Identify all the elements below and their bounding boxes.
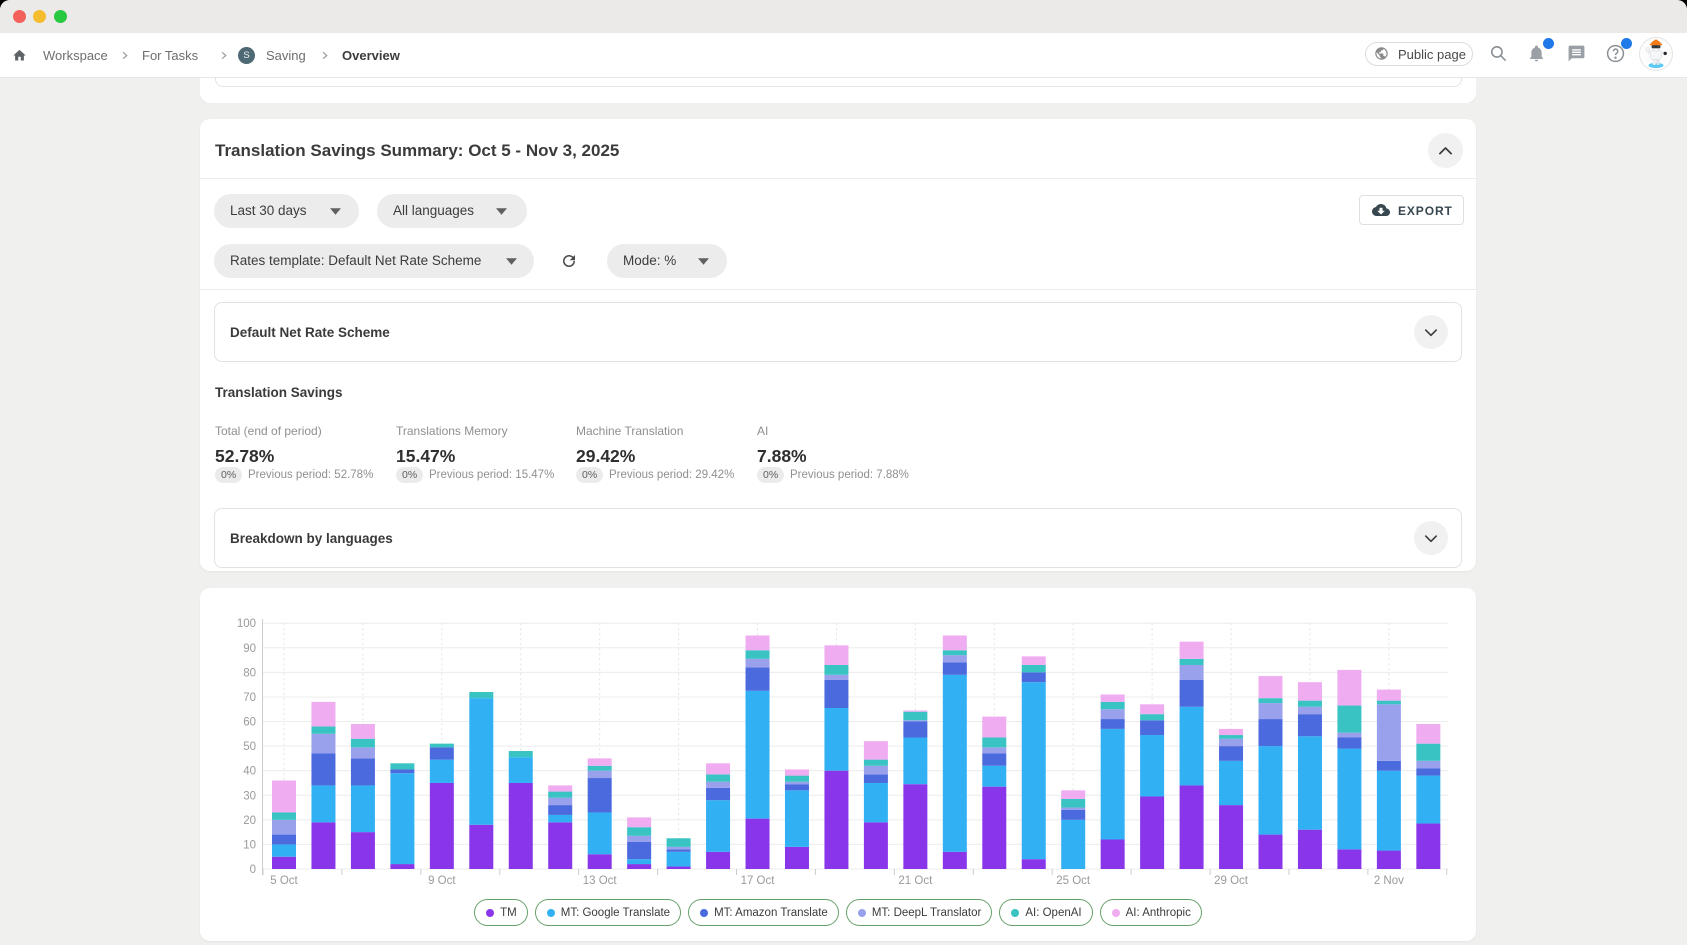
svg-text:0: 0 — [250, 864, 256, 876]
svg-text:21 Oct: 21 Oct — [898, 875, 933, 887]
svg-text:9 Oct: 9 Oct — [428, 875, 456, 887]
svg-text:90: 90 — [243, 643, 256, 655]
svg-text:60: 60 — [243, 717, 256, 729]
svg-text:30: 30 — [243, 790, 256, 802]
svg-text:17 Oct: 17 Oct — [741, 875, 776, 887]
svg-text:100: 100 — [237, 618, 256, 630]
svg-text:5 Oct: 5 Oct — [270, 875, 298, 887]
svg-text:50: 50 — [243, 741, 256, 753]
svg-text:2 Nov: 2 Nov — [1374, 875, 1404, 887]
svg-text:29 Oct: 29 Oct — [1214, 875, 1249, 887]
svg-text:40: 40 — [243, 766, 256, 778]
svg-text:13 Oct: 13 Oct — [583, 875, 618, 887]
svg-text:10: 10 — [243, 839, 256, 851]
svg-text:20: 20 — [243, 815, 256, 827]
svg-text:80: 80 — [243, 667, 256, 679]
svg-text:25 Oct: 25 Oct — [1056, 875, 1091, 887]
svg-text:70: 70 — [243, 692, 256, 704]
